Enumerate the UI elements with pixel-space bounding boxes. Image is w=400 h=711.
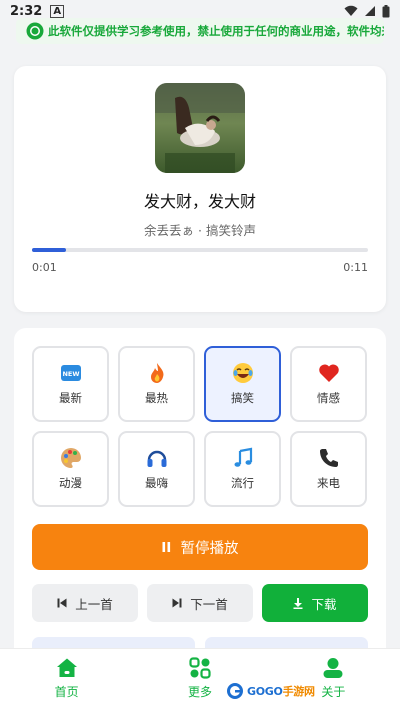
category-label: 流行 xyxy=(231,476,254,490)
time-total: 0:11 xyxy=(343,261,368,274)
song-meta: 余丢丢ぁ · 搞笑铃声 xyxy=(14,220,386,239)
category-label: 最嗨 xyxy=(145,476,168,490)
time-current: 0:01 xyxy=(32,261,57,274)
album-cover-image[interactable] xyxy=(155,83,245,173)
phone-icon xyxy=(318,447,340,469)
home-icon xyxy=(56,658,77,677)
tab-about[interactable]: 关于 xyxy=(267,649,400,711)
laughing-face-icon xyxy=(232,362,254,384)
watermark-logo: GOGO手游网 xyxy=(226,681,315,701)
track-controls: 上一首 下一首 下载 xyxy=(32,584,368,622)
watermark-text-b: 手游网 xyxy=(282,685,315,698)
tab-home[interactable]: 首页 xyxy=(0,649,133,711)
battery-icon xyxy=(382,4,390,17)
skip-previous-icon xyxy=(57,598,67,608)
previous-button[interactable]: 上一首 xyxy=(32,584,138,622)
category-label: 来电 xyxy=(317,476,340,490)
category-ringtone[interactable]: 来电 xyxy=(290,431,367,507)
next-button[interactable]: 下一首 xyxy=(147,584,253,622)
notice-banner: 此软件仅提供学习参考使用，禁止使用于任何的商业用途，软件均来 xyxy=(16,18,384,44)
watermark-text: GOGO手游网 xyxy=(247,683,315,699)
tab-home-label: 首页 xyxy=(54,685,79,699)
category-label: 最热 xyxy=(145,391,168,405)
status-notification-badge: A xyxy=(50,4,65,18)
notice-text: 此软件仅提供学习参考使用，禁止使用于任何的商业用途，软件均来 xyxy=(48,24,384,38)
headphones-icon xyxy=(146,447,168,469)
song-artist: 余丢丢ぁ xyxy=(144,223,195,238)
album-cover-art xyxy=(155,83,245,173)
skip-next-icon xyxy=(172,598,182,608)
next-label: 下一首 xyxy=(190,596,228,612)
palette-icon xyxy=(60,447,82,469)
previous-label: 上一首 xyxy=(75,596,113,612)
category-hottest[interactable]: 最热 xyxy=(118,346,195,422)
grid-more-icon xyxy=(189,657,211,679)
meta-separator: · xyxy=(194,223,206,238)
category-label: 搞笑 xyxy=(231,391,254,405)
category-pop[interactable]: 流行 xyxy=(204,431,281,507)
pause-label: 暂停播放 xyxy=(180,540,239,557)
category-label: 最新 xyxy=(59,391,82,405)
new-badge-icon: NEW xyxy=(60,362,82,384)
user-icon xyxy=(323,658,343,678)
download-icon xyxy=(293,597,303,609)
info-circle-icon xyxy=(26,22,44,40)
watermark-g-icon xyxy=(227,683,243,699)
pause-icon xyxy=(162,542,170,552)
category-grid: NEW 最新 最热 搞笑 情感 动漫 最嗨 流行 来电 xyxy=(32,346,368,507)
category-hype[interactable]: 最嗨 xyxy=(118,431,195,507)
tab-more-label: 更多 xyxy=(187,685,212,699)
watermark-text-a: GOGO xyxy=(247,685,283,698)
fire-icon xyxy=(146,362,168,384)
tab-more[interactable]: 更多 xyxy=(133,649,266,711)
song-category: 搞笑铃声 xyxy=(205,223,256,238)
wifi-icon xyxy=(344,5,358,16)
category-newest[interactable]: NEW 最新 xyxy=(32,346,109,422)
svg-text:NEW: NEW xyxy=(62,370,79,378)
category-label: 情感 xyxy=(317,391,340,405)
download-label: 下载 xyxy=(311,596,337,612)
music-note-icon xyxy=(232,447,254,469)
progress-bar[interactable] xyxy=(32,248,368,252)
category-emotion[interactable]: 情感 xyxy=(290,346,367,422)
heart-icon xyxy=(318,362,340,384)
song-title: 发大财，发大财 xyxy=(143,192,256,211)
status-icons xyxy=(344,4,390,18)
progress-fill xyxy=(32,248,66,252)
tab-about-label: 关于 xyxy=(321,685,346,699)
signal-icon xyxy=(365,6,375,16)
category-label: 动漫 xyxy=(59,476,82,490)
pause-button[interactable]: 暂停播放 xyxy=(32,524,368,570)
download-button[interactable]: 下载 xyxy=(262,584,368,622)
status-time: 2:32 xyxy=(10,3,43,19)
player-card: 发大财，发大财 余丢丢ぁ · 搞笑铃声 0:01 0:11 xyxy=(14,66,386,312)
category-funny[interactable]: 搞笑 xyxy=(204,346,281,422)
category-anime[interactable]: 动漫 xyxy=(32,431,109,507)
bottom-navigation: 首页 更多 关于 xyxy=(0,648,400,711)
